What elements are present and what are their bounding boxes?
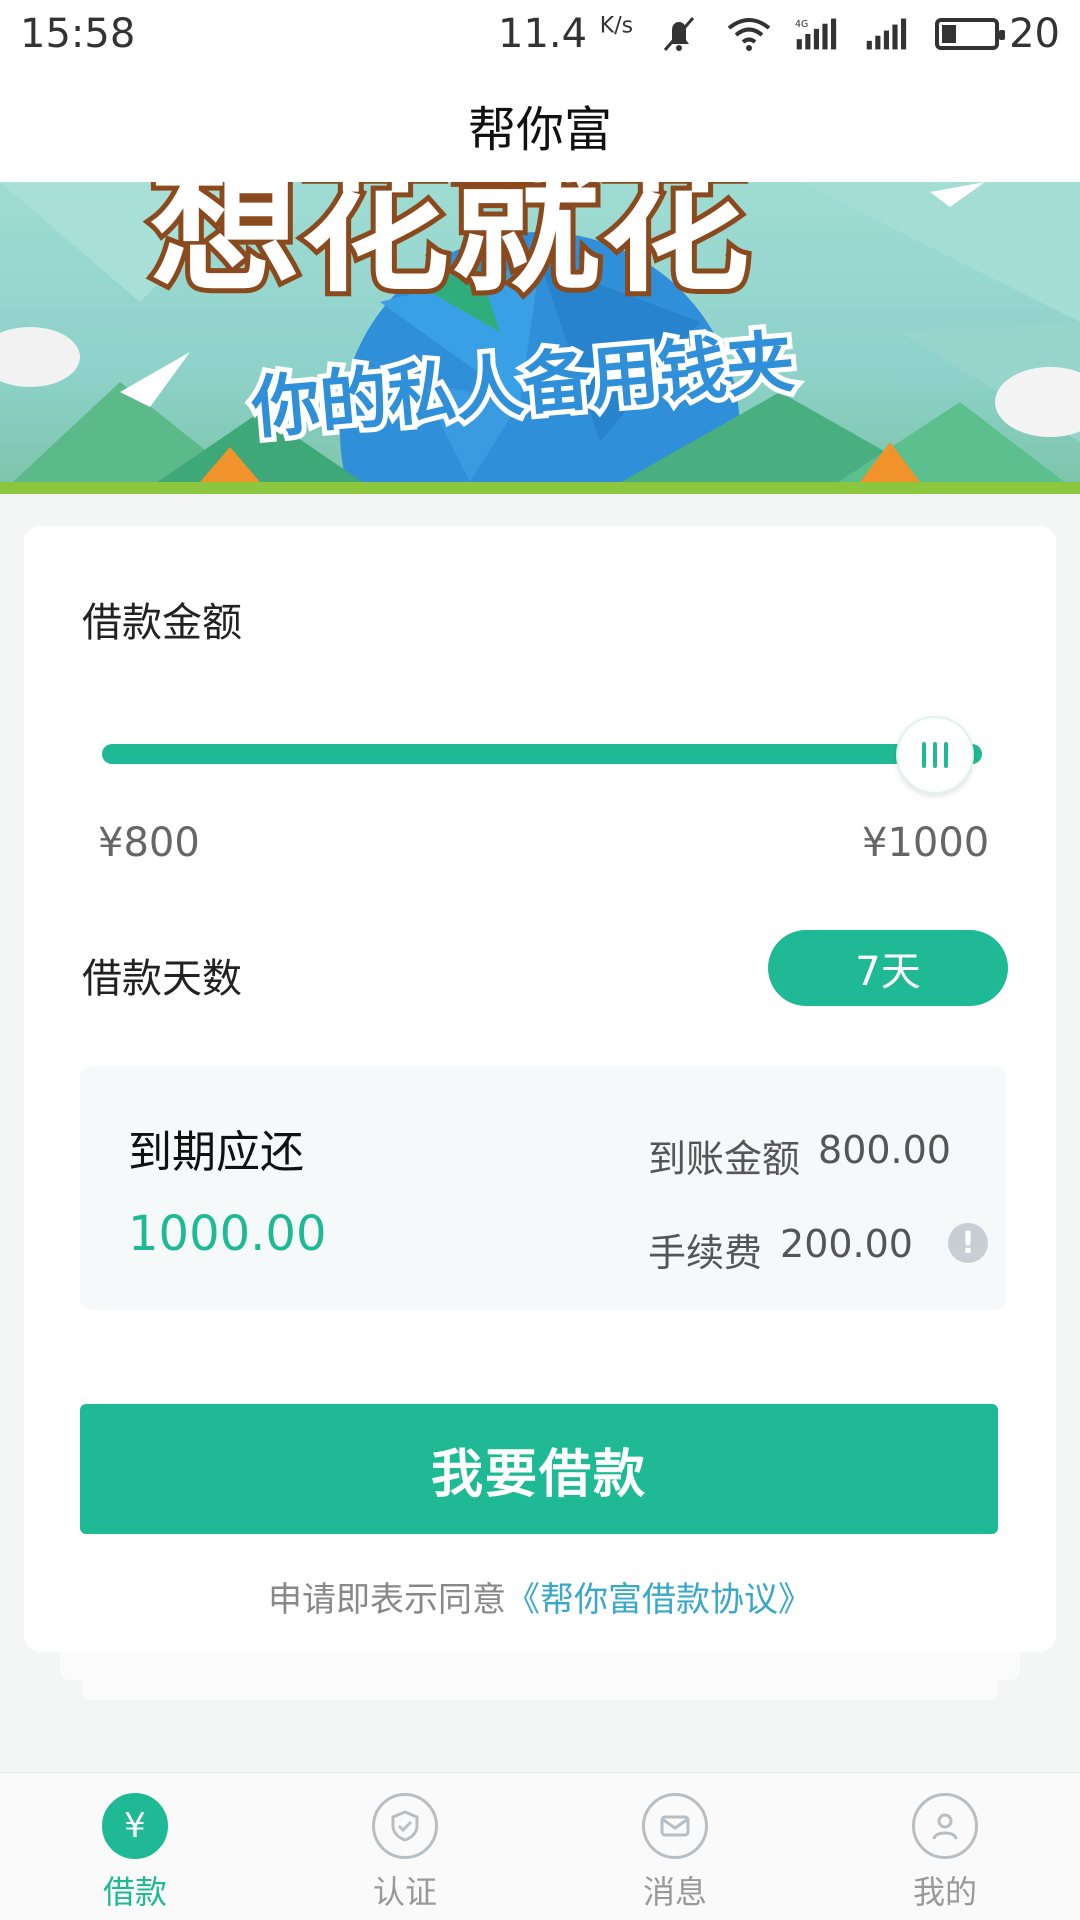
days-label: 借款天数: [82, 956, 242, 1002]
amount-label: 借款金额: [82, 600, 242, 646]
shield-check-icon: [372, 1793, 438, 1859]
signal-icon: [866, 18, 907, 50]
network-type-label: 4G: [795, 19, 808, 30]
fee-info-icon[interactable]: !: [948, 1223, 988, 1263]
fee-row: 手续费 200.00: [648, 1222, 913, 1277]
fee-label: 手续费: [648, 1231, 763, 1275]
agreement-link[interactable]: 《帮你富借款协议》: [506, 1580, 812, 1620]
loan-card: 借款金额 ¥800 ¥1000 借款天数 7天 到期应还 1000.00 到账金…: [24, 526, 1056, 1652]
tab-messages-label: 消息: [642, 1873, 707, 1911]
network-speed-unit: K/s: [599, 13, 634, 39]
battery-level: 20: [1009, 11, 1060, 57]
network-speed: 11.4 K/s: [498, 11, 633, 57]
battery-icon: [935, 18, 1006, 50]
status-time: 15:58: [20, 11, 136, 57]
tab-loan[interactable]: ¥ 借款: [0, 1773, 270, 1920]
signal-4g-icon: 4G: [795, 18, 837, 50]
amount-slider-track[interactable]: [102, 744, 982, 764]
network-speed-value: 11.4: [498, 11, 588, 57]
agreement-prefix: 申请即表示同意: [268, 1580, 506, 1620]
user-icon: [912, 1793, 978, 1859]
tab-messages[interactable]: 消息: [540, 1773, 810, 1920]
wifi-icon: [727, 18, 771, 51]
due-title: 到期应还: [128, 1127, 304, 1178]
tab-verify[interactable]: 认证: [270, 1773, 540, 1920]
tab-loan-label: 借款: [102, 1873, 167, 1911]
banner-illustration: 想花就花 你的私人备用钱夹: [0, 182, 1080, 494]
page-title: 帮你富: [467, 102, 612, 158]
yuan-icon: ¥: [102, 1793, 168, 1859]
tab-profile-label: 我的: [912, 1873, 977, 1911]
nav-bar: 帮你富: [0, 68, 1080, 182]
status-icons: 11.4 K/s 4G 20: [498, 11, 1060, 57]
agreement-notice: 申请即表示同意《帮你富借款协议》: [24, 1572, 1056, 1621]
bottom-tab-bar: ¥ 借款 认证 消息 我的: [0, 1772, 1080, 1920]
tab-profile[interactable]: 我的: [810, 1773, 1080, 1920]
borrow-button-label: 我要借款: [430, 1444, 647, 1505]
battery-indicator: 20: [935, 11, 1060, 57]
amount-max-label: ¥1000: [862, 820, 990, 866]
received-value: 800.00: [818, 1128, 951, 1172]
fee-value: 200.00: [780, 1222, 913, 1266]
amount-slider-handle[interactable]: [896, 716, 974, 794]
repayment-summary: 到期应还 1000.00 到账金额 800.00 手续费 200.00 !: [80, 1066, 1006, 1310]
bell-muted-icon: [663, 17, 695, 51]
days-value: 7天: [855, 949, 921, 995]
promo-banner[interactable]: 想花就花 你的私人备用钱夹: [0, 182, 1080, 494]
banner-headline: 想花就花: [150, 182, 750, 313]
mail-icon: [642, 1793, 708, 1859]
due-amount: 1000.00: [128, 1206, 327, 1262]
borrow-button[interactable]: 我要借款: [80, 1404, 998, 1534]
tab-verify-label: 认证: [372, 1873, 437, 1911]
received-label: 到账金额: [648, 1137, 801, 1181]
amount-min-label: ¥800: [98, 820, 200, 866]
status-bar: 15:58 11.4 K/s 4G 20: [0, 0, 1080, 68]
card-stack-shadow-2: [82, 1660, 998, 1700]
received-amount-row: 到账金额 800.00: [648, 1128, 951, 1183]
days-select-button[interactable]: 7天: [768, 930, 1008, 1006]
